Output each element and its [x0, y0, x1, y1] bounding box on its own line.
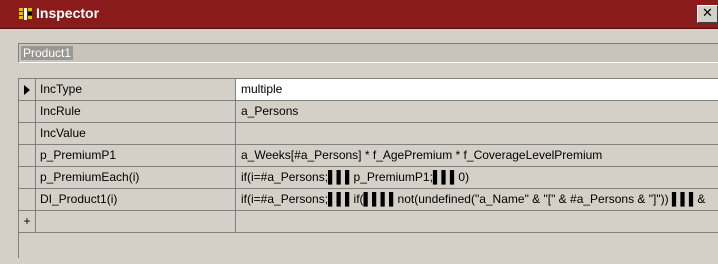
grid-row[interactable]: DI_Product1(i) if(i=#a_Persons;▌▌▌if(▌▌▌… [19, 189, 718, 211]
grid-row[interactable]: p_PremiumEach(i) if(i=#a_Persons;▌▌▌p_Pr… [19, 167, 718, 189]
new-row-indicator: + [19, 211, 36, 233]
row-indicator [19, 101, 36, 123]
property-name[interactable]: p_PremiumEach(i) [36, 167, 236, 189]
property-name[interactable]: DI_Product1(i) [36, 189, 236, 211]
property-name[interactable]: p_PremiumP1 [36, 145, 236, 167]
property-value[interactable]: multiple [236, 79, 718, 101]
grid-row[interactable]: IncType multiple [19, 79, 718, 101]
property-name[interactable]: IncType [36, 79, 236, 101]
row-indicator [19, 167, 36, 189]
property-value[interactable] [236, 123, 718, 145]
object-name-field[interactable]: Product1 [18, 43, 718, 63]
grid-row[interactable]: IncValue [19, 123, 718, 145]
title-bar: Inspector ✕ [0, 0, 718, 29]
current-row-arrow-icon [24, 85, 30, 95]
object-name: Product1 [21, 46, 74, 60]
property-name[interactable]: IncValue [36, 123, 236, 145]
grid-row[interactable]: IncRule a_Persons [19, 101, 718, 123]
property-value[interactable]: a_Persons [236, 101, 718, 123]
window-title: Inspector [36, 5, 100, 21]
grid-row[interactable]: p_PremiumP1 a_Weeks[#a_Persons] * f_AgeP… [19, 145, 718, 167]
property-value[interactable]: if(i=#a_Persons;▌▌▌p_PremiumP1;▌▌▌0) [236, 167, 718, 189]
property-value[interactable] [236, 211, 718, 233]
property-value[interactable]: a_Weeks[#a_Persons] * f_AgePremium * f_C… [236, 145, 718, 167]
property-name[interactable]: IncRule [36, 101, 236, 123]
inspector-app-icon [18, 7, 33, 21]
row-indicator [19, 189, 36, 211]
property-name[interactable] [36, 211, 236, 233]
property-value[interactable]: if(i=#a_Persons;▌▌▌if(▌▌▌▌not(undefined(… [236, 189, 718, 211]
grid-row-new[interactable]: + [19, 211, 718, 233]
row-indicator [19, 123, 36, 145]
grid-empty-area [19, 233, 718, 259]
row-indicator [19, 145, 36, 167]
row-indicator [19, 79, 36, 101]
property-grid: IncType multiple IncRule a_Persons IncVa… [18, 78, 718, 259]
close-button[interactable]: ✕ [697, 5, 718, 23]
